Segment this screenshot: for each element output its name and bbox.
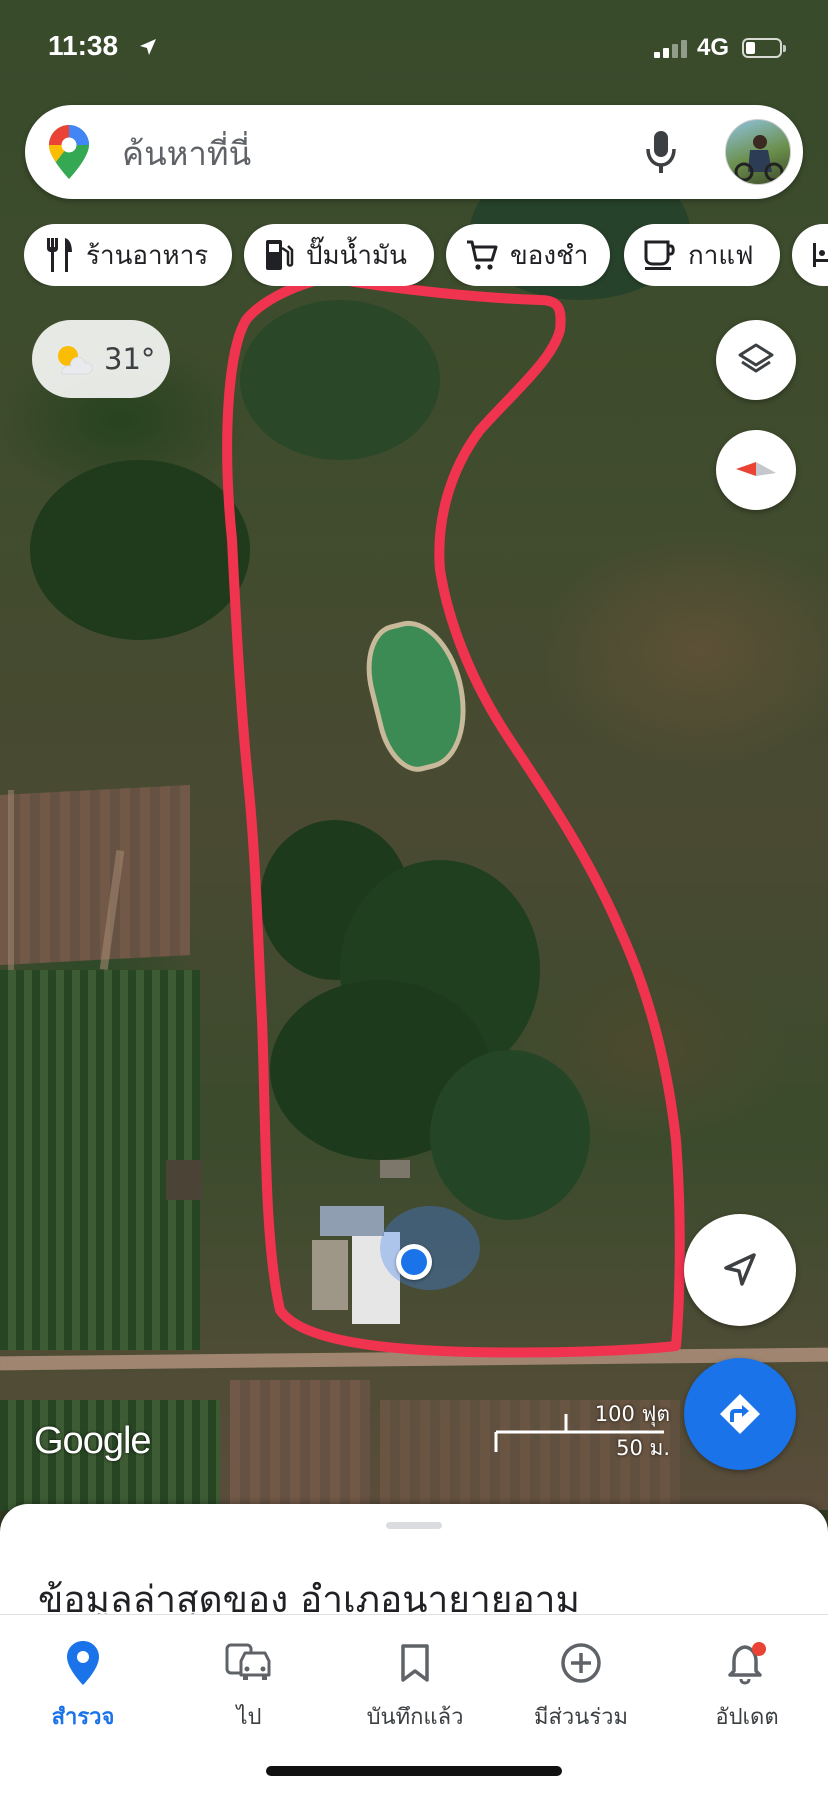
home-indicator[interactable] [266,1766,562,1776]
chip-groceries[interactable]: ของชำ [446,224,610,286]
nav-label: มีส่วนร่วม [534,1705,628,1730]
location-services-icon [140,39,156,55]
nav-go[interactable]: ไป [166,1615,332,1735]
commute-car-icon [225,1643,271,1680]
cellular-signal-icon [654,40,687,58]
search-bar[interactable] [25,105,803,201]
add-circle-icon [561,1643,601,1683]
explore-pin-icon [67,1641,99,1685]
layers-icon [738,343,774,373]
nav-saved[interactable]: บันทึกแล้ว [332,1615,498,1735]
nav-label: สำรวจ [51,1705,115,1730]
weather-temperature: 31° [104,342,156,376]
chip-label: กาแฟ [688,240,754,271]
nav-explore[interactable]: สำรวจ [0,1615,166,1735]
compass-icon [736,462,776,476]
current-location-dot-core [401,1249,427,1275]
bell-icon [728,1642,766,1685]
chip-restaurants[interactable]: ร้านอาหาร [24,224,232,286]
bottom-sheet[interactable]: ข้อมูลล่าสุดของ อำเภอนายายอาม สำรวจ ไป บ… [0,1504,828,1793]
chip-label: ร้านอาหาร [86,240,209,271]
network-type: 4G [697,34,730,61]
directions-button[interactable] [684,1358,796,1470]
nav-label: บันทึกแล้ว [366,1705,464,1730]
partly-sunny-icon [58,346,93,375]
hotel-icon [813,243,828,267]
current-location-dot [396,1244,432,1280]
navigation-arrow-icon [724,1253,756,1286]
location-accuracy-halo [380,1206,480,1290]
nav-updates[interactable]: อัปเดต [664,1615,828,1735]
weather-chip[interactable]: 31° [32,320,170,398]
sheet-drag-handle[interactable] [386,1522,442,1529]
cart-icon [467,240,498,270]
my-location-button[interactable] [684,1214,796,1326]
category-chips: ร้านอาหาร ปั๊มน้ำมัน ของชำ กาแฟ [24,224,828,286]
chip-label: ของชำ [510,240,589,271]
google-maps-logo-icon [49,125,89,179]
coffee-icon [644,240,675,270]
directions-icon [720,1394,760,1434]
boundary-path [222,273,685,1358]
nav-label: ไป [236,1705,262,1730]
status-time: 11:38 [48,30,119,61]
google-attribution: Google [34,1420,152,1462]
avatar-photo-icon [734,135,784,182]
chip-gas-stations[interactable]: ปั๊มน้ำมัน [244,224,434,286]
scale-feet-label: 100 ฟุต [594,1402,670,1426]
scale-meters-label: 50 ม. [616,1436,670,1460]
gas-station-icon [266,240,294,270]
search-input[interactable] [120,105,644,201]
chip-label: ปั๊มน้ำมัน [306,240,407,271]
nav-contribute[interactable]: มีส่วนร่วม [498,1615,664,1735]
chip-coffee[interactable]: กาแฟ [624,224,780,286]
notification-dot [752,1642,766,1656]
bookmark-icon [401,1644,429,1682]
restaurant-icon [47,238,72,272]
chip-more[interactable] [792,224,828,286]
layers-button[interactable] [716,320,796,400]
avatar[interactable] [725,119,791,185]
microphone-icon[interactable] [645,129,677,175]
compass-button[interactable] [716,430,796,510]
nav-label: อัปเดต [715,1705,779,1730]
battery-icon [742,38,786,58]
